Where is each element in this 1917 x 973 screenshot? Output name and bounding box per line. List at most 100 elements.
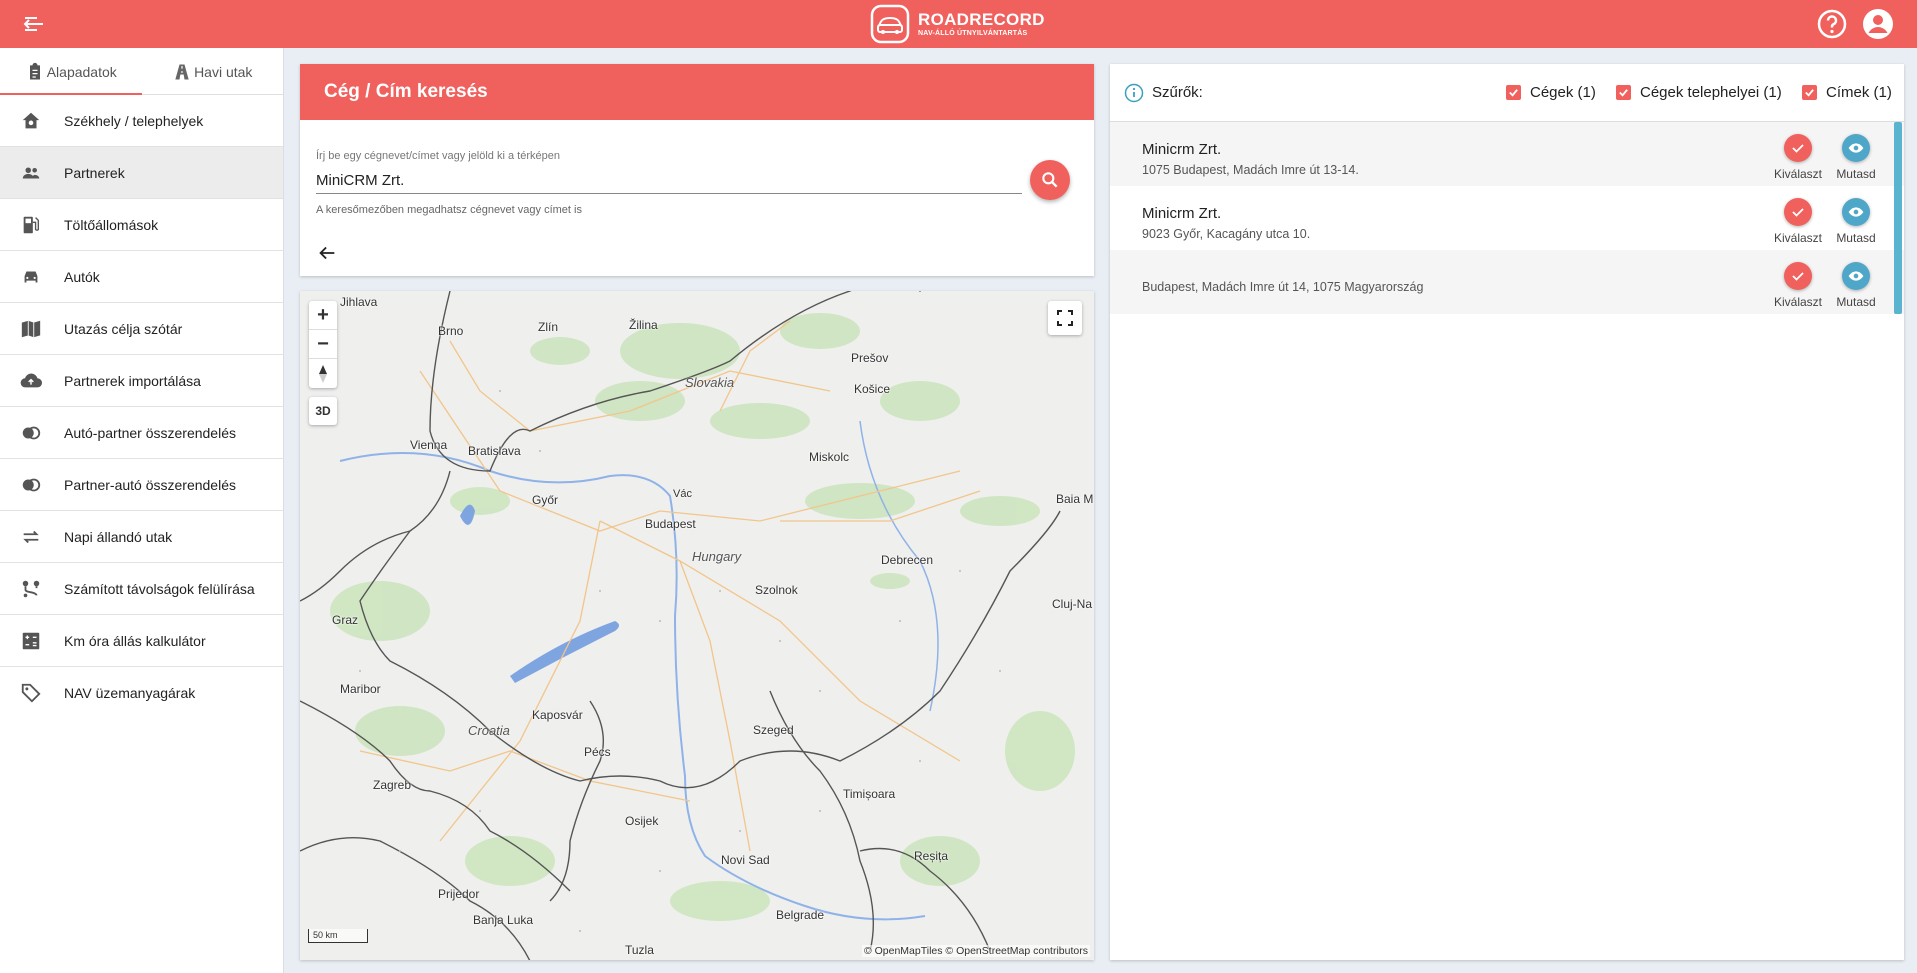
city-label: Budapest — [645, 517, 696, 531]
sidebar-tabs: Alapadatok Havi utak — [0, 48, 283, 95]
list-item[interactable]: Minicrm Zrt. 9023 Győr, Kacagány utca 10… — [1110, 186, 1904, 250]
check-icon — [1802, 85, 1817, 100]
sidebar-item-utazas-celja[interactable]: Utazás célja szótár — [0, 303, 283, 355]
menu-collapse-icon[interactable] — [22, 12, 46, 36]
top-bar: ROADRECORD NAV-ÁLLÓ ÚTNYILVÁNTARTÁS — [0, 0, 1917, 48]
list-item[interactable]: Minicrm Zrt. 1075 Budapest, Madách Imre … — [1110, 122, 1904, 186]
zoom-in-button[interactable]: + — [309, 301, 337, 330]
clipboard-icon — [29, 62, 40, 79]
check-icon — [1616, 85, 1631, 100]
tab-label: Havi utak — [194, 63, 253, 80]
country-label: Croatia — [468, 723, 510, 738]
check-icon — [1792, 272, 1804, 281]
help-circle-icon[interactable] — [1816, 8, 1848, 40]
sidebar-item-label: Utazás célja szótár — [64, 320, 183, 337]
search-input[interactable] — [316, 168, 1022, 194]
search-button[interactable] — [1030, 160, 1070, 200]
sidebar-item-autok[interactable]: Autók — [0, 251, 283, 303]
select-label: Kiválaszt — [1773, 167, 1823, 181]
arrow-left-icon[interactable] — [316, 242, 338, 264]
map[interactable]: Slovakia Hungary Croatia Jihlava Brno Zl… — [300, 291, 1094, 960]
city-label: Novi Sad — [721, 853, 770, 867]
show-button[interactable]: Mutasd — [1826, 262, 1886, 309]
show-label: Mutasd — [1836, 231, 1876, 245]
sidebar-item-label: Partner-autó összerendelés — [64, 476, 236, 493]
results-scrollbar[interactable] — [1894, 122, 1902, 314]
sidebar-item-napi-utak[interactable]: Napi állandó utak — [0, 511, 283, 563]
city-label: Vienna — [410, 438, 448, 452]
fullscreen-button[interactable] — [1048, 301, 1082, 335]
sidebar-item-import[interactable]: Partnerek importálása — [0, 355, 283, 407]
car-icon — [24, 271, 38, 283]
eye-icon — [1848, 143, 1864, 153]
filter-telephelyek-checkbox[interactable]: Cégek telephelyei (1) — [1616, 84, 1782, 101]
city-label: Žilina — [629, 318, 658, 332]
filter-cegek-checkbox[interactable]: Cégek (1) — [1506, 84, 1596, 101]
city-label: Košice — [854, 382, 891, 396]
city-label: Tuzla — [625, 943, 654, 957]
select-button[interactable]: Kiválaszt — [1768, 134, 1828, 181]
city-label: Zlín — [538, 320, 559, 334]
sidebar-item-nav-arak[interactable]: NAV üzemanyagárak — [0, 667, 283, 719]
search-helper-text: A keresőmezőben megadhatsz cégnevet vagy… — [316, 204, 582, 216]
3d-toggle-button[interactable]: 3D — [309, 397, 337, 425]
brand-title: ROADRECORD — [918, 9, 1045, 29]
sidebar-item-label: Töltőállomások — [64, 216, 159, 233]
show-button[interactable]: Mutasd — [1826, 134, 1886, 181]
sidebar-item-tavolsagok[interactable]: Számított távolságok felülírása — [0, 563, 283, 615]
city-label: Vác — [673, 488, 692, 500]
cloud-upload-icon — [20, 373, 42, 388]
tab-alapadatok[interactable]: Alapadatok — [0, 48, 142, 95]
city-label: Graz — [332, 613, 359, 627]
show-label: Mutasd — [1836, 295, 1876, 309]
select-label: Kiválaszt — [1773, 231, 1823, 245]
select-button[interactable]: Kiválaszt — [1768, 198, 1828, 245]
city-label: Pécs — [584, 745, 611, 759]
list-item[interactable]: Budapest, Madách Imre út 14, 1075 Magyar… — [1110, 250, 1904, 314]
city-label: Debrecen — [881, 553, 934, 567]
results-list: Minicrm Zrt. 1075 Budapest, Madách Imre … — [1110, 122, 1904, 314]
sidebar-item-label: Partnerek importálása — [64, 372, 201, 389]
filter-cimek-checkbox[interactable]: Címek (1) — [1802, 84, 1892, 101]
city-label: Kaposvár — [532, 708, 583, 722]
zoom-out-button[interactable]: − — [309, 330, 337, 359]
brand-logo[interactable]: ROADRECORD NAV-ÁLLÓ ÚTNYILVÁNTARTÁS — [870, 3, 1050, 45]
city-label: Maribor — [340, 682, 381, 696]
sidebar-item-szekhely[interactable]: Székhely / telephelyek — [0, 95, 283, 147]
search-card: Cég / Cím keresés Írj be egy cégnevet/cí… — [300, 64, 1094, 276]
link-circles-icon — [22, 426, 41, 440]
city-label: Szolnok — [755, 583, 798, 597]
country-label: Hungary — [692, 549, 742, 564]
map-attribution[interactable]: © OpenMapTiles © OpenStreetMap contribut… — [861, 945, 1090, 957]
sidebar-menu: Székhely / telephelyek Partnerek Töltőál… — [0, 95, 283, 719]
compass-button[interactable] — [309, 359, 337, 388]
compass-icon — [319, 364, 327, 383]
car-road-logo-icon — [870, 4, 910, 44]
result-address: 9023 Győr, Kacagány utca 10. — [1142, 227, 1311, 241]
people-icon — [22, 167, 40, 179]
account-circle-icon[interactable] — [1862, 8, 1894, 40]
filter-label: Címek (1) — [1826, 84, 1892, 101]
sidebar-item-partner-auto[interactable]: Partner-autó összerendelés — [0, 459, 283, 511]
tab-havi-utak[interactable]: Havi utak — [142, 48, 284, 95]
sidebar-item-label: Számított távolságok felülírása — [64, 580, 255, 597]
sidebar-item-partnerek[interactable]: Partnerek — [0, 147, 283, 199]
city-label: Szeged — [753, 723, 794, 737]
city-label: Brno — [438, 324, 464, 338]
filters-title: Szűrők: — [1152, 84, 1203, 101]
sidebar-item-km-kalkulator[interactable]: Km óra állás kalkulátor — [0, 615, 283, 667]
city-label: Osijek — [625, 814, 659, 828]
link-circles-icon — [22, 478, 41, 492]
result-address: Budapest, Madách Imre út 14, 1075 Magyar… — [1142, 280, 1424, 294]
sidebar-item-toltoallomasok[interactable]: Töltőállomások — [0, 199, 283, 251]
home-gear-icon — [22, 112, 40, 129]
sidebar-item-label: Autó-partner összerendelés — [64, 424, 236, 441]
city-label: Banja Luka — [473, 913, 534, 927]
city-label: Timișoara — [843, 787, 896, 801]
city-label: Zagreb — [373, 778, 412, 792]
book-icon — [21, 320, 41, 338]
show-button[interactable]: Mutasd — [1826, 198, 1886, 245]
sidebar-item-auto-partner[interactable]: Autó-partner összerendelés — [0, 407, 283, 459]
select-button[interactable]: Kiválaszt — [1768, 262, 1828, 309]
result-address: 1075 Budapest, Madách Imre út 13-14. — [1142, 163, 1359, 177]
